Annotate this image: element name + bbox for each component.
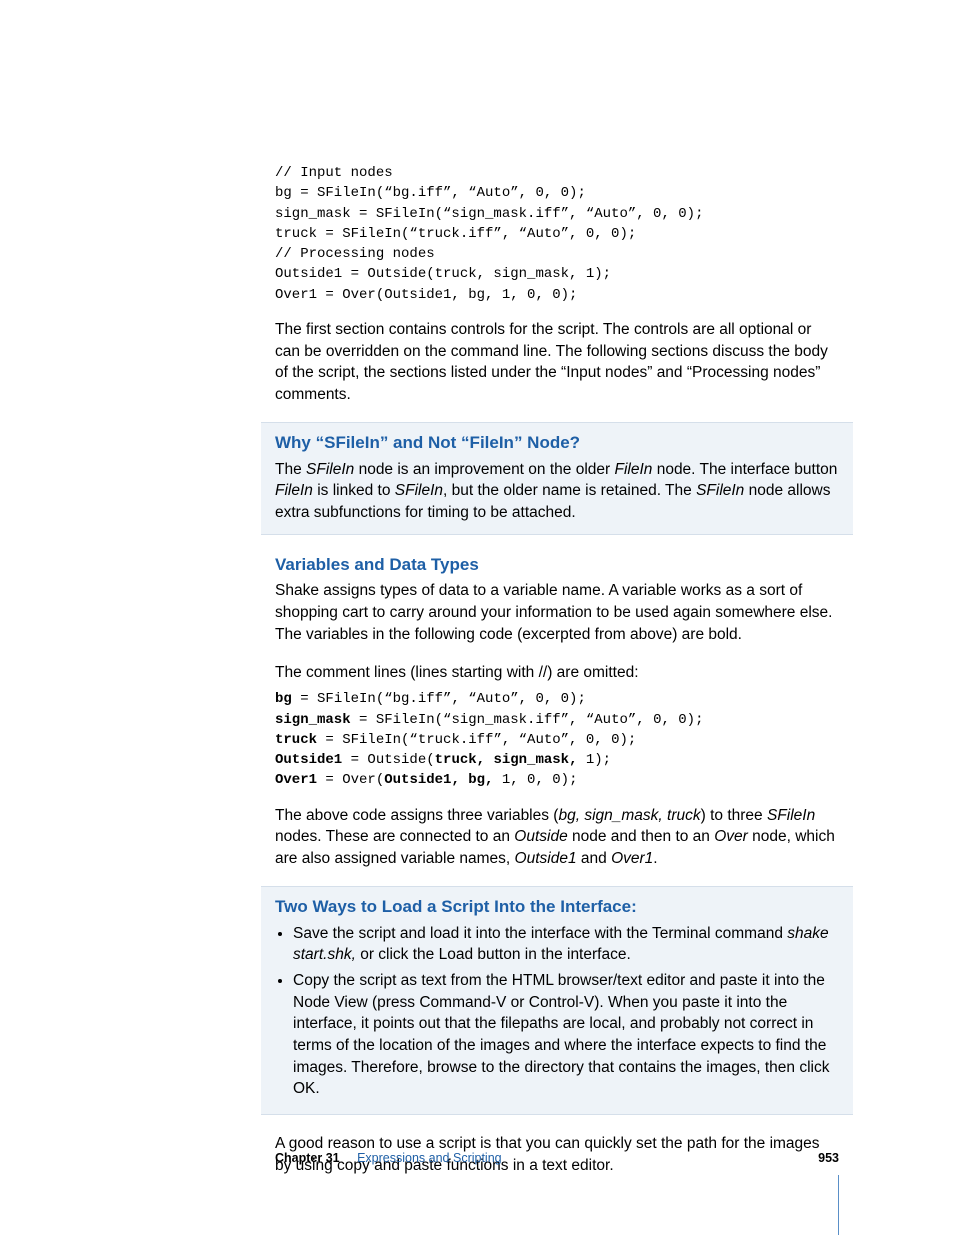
paragraph-comment-note: The comment lines (lines starting with /…	[275, 662, 839, 684]
sidebar-sfilein: Why “SFileIn” and Not “FileIn” Node? The…	[261, 422, 853, 535]
chapter-label: Chapter 31	[275, 1151, 340, 1165]
footer-rule	[838, 1175, 839, 1235]
code-block-1: // Input nodes bg = SFileIn(“bg.iff”, “A…	[275, 163, 839, 305]
list-item: Copy the script as text from the HTML br…	[293, 970, 839, 1100]
footer-left: Chapter 31 Expressions and Scripting	[275, 1150, 502, 1168]
sidebar-list: Save the script and load it into the int…	[275, 923, 839, 1101]
sidebar-heading: Why “SFileIn” and Not “FileIn” Node?	[275, 431, 839, 455]
paragraph-variables: Shake assigns types of data to a variabl…	[275, 580, 839, 645]
code-block-2: bg = SFileIn(“bg.iff”, “Auto”, 0, 0); si…	[275, 689, 839, 790]
page: // Input nodes bg = SFileIn(“bg.iff”, “A…	[0, 0, 954, 1235]
sidebar-body: The SFileIn node is an improvement on th…	[275, 459, 839, 524]
heading-variables: Variables and Data Types	[275, 553, 839, 577]
chapter-title: Expressions and Scripting	[357, 1151, 502, 1165]
list-item: Save the script and load it into the int…	[293, 923, 839, 966]
sidebar-two-ways: Two Ways to Load a Script Into the Inter…	[261, 886, 853, 1115]
page-footer: Chapter 31 Expressions and Scripting 953	[275, 1150, 839, 1168]
sidebar-heading-2: Two Ways to Load a Script Into the Inter…	[275, 895, 839, 919]
paragraph-code-explain: The above code assigns three variables (…	[275, 805, 839, 870]
paragraph-intro: The first section contains controls for …	[275, 319, 839, 406]
page-number: 953	[818, 1150, 839, 1168]
